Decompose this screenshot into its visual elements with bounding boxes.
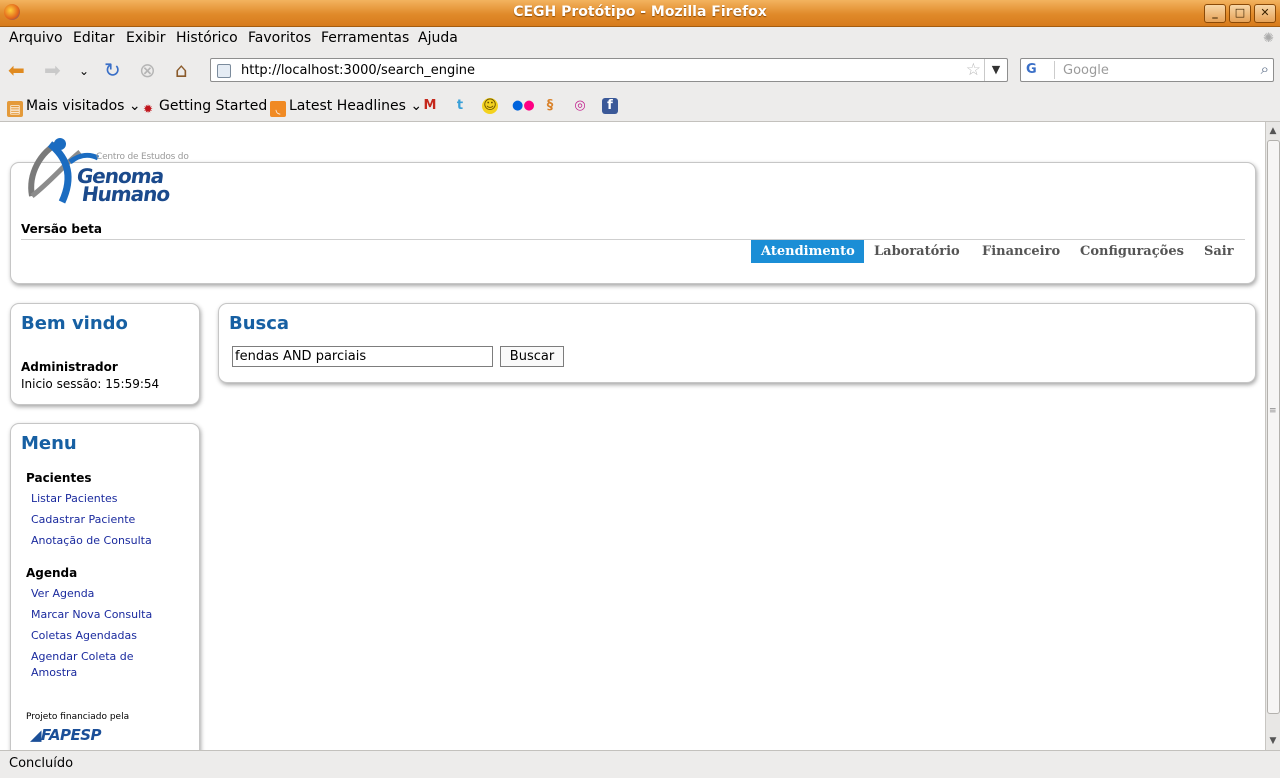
menu-ferramentas[interactable]: Ferramentas <box>321 30 409 46</box>
tab-sair[interactable]: Sair <box>1194 240 1244 263</box>
link-cadastrar-paciente[interactable]: Cadastrar Paciente <box>31 512 161 528</box>
session-start: Inicio sessão: 15:59:54 <box>21 377 160 391</box>
cegh-logo[interactable]: Centro de Estudos do Genoma Humano <box>20 134 195 209</box>
link-anotacao-consulta[interactable]: Anotação de Consulta <box>31 533 161 549</box>
smiley-icon[interactable]: ☺ <box>482 98 498 114</box>
tab-financeiro[interactable]: Financeiro <box>972 240 1070 263</box>
bookmark-latest-headlines[interactable]: ◟ Latest Headlines ⌄ <box>270 98 422 117</box>
folder-icon: ▤ <box>7 101 23 117</box>
menu-arquivo[interactable]: Arquivo <box>9 30 63 46</box>
menu-favoritos[interactable]: Favoritos <box>248 30 311 46</box>
twitter-icon[interactable]: t <box>452 98 468 114</box>
user-name: Administrador <box>21 360 118 374</box>
bookmarks-toolbar: ▤ Mais visitados ⌄ ✹ Getting Started ◟ Late… <box>0 91 1280 122</box>
link-coletas-agendadas[interactable]: Coletas Agendadas <box>31 628 161 644</box>
window-title: CEGH Protótipo - Mozilla Firefox <box>513 4 767 20</box>
throbber-icon: ✺ <box>1263 31 1274 46</box>
search-button[interactable]: Buscar <box>500 346 564 367</box>
menu-section-agenda: Agenda <box>26 566 78 580</box>
menu-bar: Arquivo Editar Exibir Histórico Favorito… <box>0 27 1280 49</box>
version-label: Versão beta <box>21 222 102 236</box>
gmail-icon[interactable]: M <box>422 98 438 114</box>
bookmark-star-icon[interactable]: ☆ <box>966 60 981 80</box>
fapesp-label: FAPESP <box>41 726 102 744</box>
back-icon[interactable]: ⬅ <box>8 58 25 82</box>
site-identity-icon[interactable] <box>217 64 231 78</box>
address-dropdown-icon[interactable]: ▼ <box>984 59 1007 81</box>
search-query-input[interactable]: fendas AND parciais <box>232 346 493 367</box>
bookmark-most-visited[interactable]: ▤ Mais visitados ⌄ <box>7 98 141 117</box>
forward-icon[interactable]: ➡ <box>44 58 61 82</box>
minimize-button[interactable]: _ <box>1204 4 1226 23</box>
bookmark-latest-headlines-label: Latest Headlines <box>289 98 406 114</box>
tab-configuracoes[interactable]: Configurações <box>1070 240 1194 263</box>
menu-ajuda[interactable]: Ajuda <box>418 30 458 46</box>
address-bar[interactable]: http://localhost:3000/search_engine ☆ ▼ <box>210 58 1008 82</box>
link-listar-pacientes[interactable]: Listar Pacientes <box>31 491 161 507</box>
link-agendar-coleta[interactable]: Agendar Coleta de Amostra <box>31 649 151 681</box>
scroll-down-icon[interactable]: ▼ <box>1267 734 1279 748</box>
menu-historico[interactable]: Histórico <box>176 30 238 46</box>
orkut-icon[interactable]: ◎ <box>572 98 588 114</box>
fapesp-book-icon: ◢ <box>30 726 42 744</box>
history-dropdown-icon[interactable]: ⌄ <box>79 59 89 83</box>
title-bar: CEGH Protótipo - Mozilla Firefox _ □ ✕ <box>0 0 1280 27</box>
firefox-bookmark-icon: ✹ <box>142 102 154 116</box>
web-search-box[interactable]: G Google ⌕ <box>1020 58 1274 82</box>
search-title: Busca <box>229 313 290 334</box>
stop-icon[interactable]: ⊗ <box>139 58 156 82</box>
menu-section-pacientes: Pacientes <box>26 471 92 485</box>
bookmark-getting-started-label: Getting Started <box>159 98 268 114</box>
delicious-icon[interactable]: § <box>542 98 558 114</box>
rss-icon: ◟ <box>270 101 286 117</box>
link-ver-agenda[interactable]: Ver Agenda <box>31 586 161 602</box>
maximize-button[interactable]: □ <box>1229 4 1251 23</box>
navigation-toolbar: ⬅ ➡ ⌄ ↻ ⊗ ⌂ http://localhost:3000/search… <box>0 50 1280 90</box>
search-icon[interactable]: ⌕ <box>1261 60 1269 78</box>
tab-atendimento[interactable]: Atendimento <box>751 240 864 263</box>
scroll-grip-icon: ≡ <box>1269 406 1277 416</box>
bookmark-getting-started[interactable]: ✹ Getting Started <box>140 98 267 117</box>
welcome-title: Bem vindo <box>21 313 128 334</box>
vertical-scrollbar[interactable]: ▲ ≡ ▼ <box>1265 122 1280 750</box>
status-bar: Concluído <box>0 750 1280 778</box>
menu-title: Menu <box>21 433 77 454</box>
page-content: Centro de Estudos do Genoma Humano Versã… <box>0 122 1265 750</box>
search-panel <box>218 303 1256 383</box>
search-placeholder[interactable]: Google <box>1063 63 1109 78</box>
home-icon[interactable]: ⌂ <box>175 58 188 82</box>
fapesp-logo[interactable]: ◢FAPESP <box>30 726 102 744</box>
address-url[interactable]: http://localhost:3000/search_engine <box>241 63 475 78</box>
link-marcar-consulta[interactable]: Marcar Nova Consulta <box>31 607 161 623</box>
search-engine-icon[interactable]: G <box>1023 61 1055 79</box>
close-button[interactable]: ✕ <box>1254 4 1276 23</box>
financed-by-label: Projeto financiado pela <box>26 712 130 722</box>
menu-exibir[interactable]: Exibir <box>126 30 166 46</box>
flickr-icon[interactable]: ●● <box>512 98 535 114</box>
tab-laboratorio[interactable]: Laboratório <box>864 240 970 263</box>
bookmark-most-visited-label: Mais visitados <box>26 98 125 114</box>
menu-editar[interactable]: Editar <box>73 30 114 46</box>
scroll-up-icon[interactable]: ▲ <box>1267 124 1279 138</box>
logo-humano: Humano <box>80 182 171 206</box>
status-text: Concluído <box>9 756 74 771</box>
header-panel <box>10 162 1256 284</box>
scroll-thumb[interactable] <box>1267 140 1280 714</box>
reload-icon[interactable]: ↻ <box>104 58 121 82</box>
logo-subtitle: Centro de Estudos do <box>96 152 189 162</box>
facebook-icon[interactable]: f <box>602 98 618 114</box>
